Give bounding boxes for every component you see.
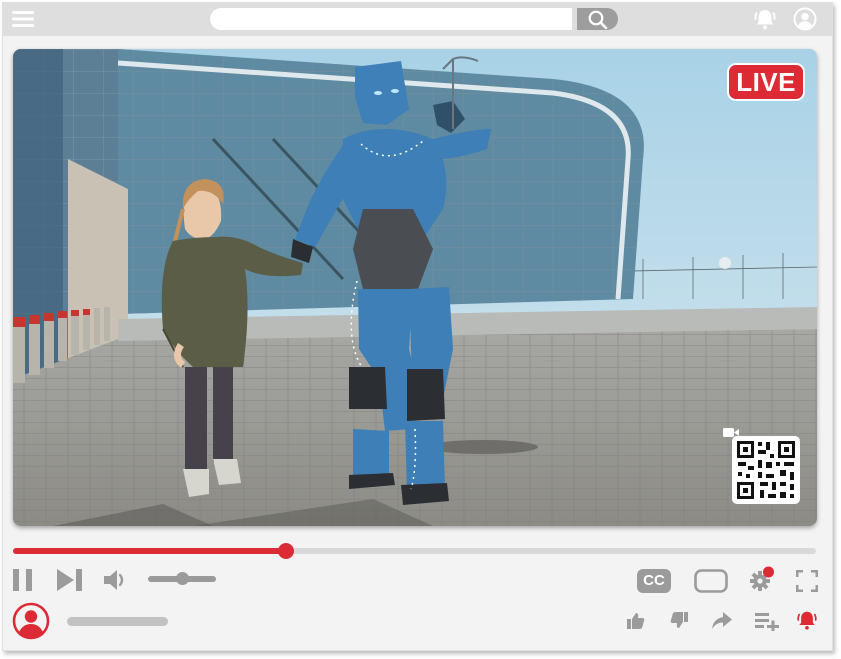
channel-name-placeholder [67, 617, 168, 626]
video-screen[interactable]: LIVE [13, 49, 817, 526]
seek-progress [13, 548, 287, 554]
hamburger-menu-icon[interactable] [12, 11, 34, 27]
bell-icon[interactable] [753, 7, 777, 31]
add-to-playlist-icon[interactable] [755, 611, 781, 631]
live-badge: LIVE [727, 63, 805, 101]
subscribe-bell-icon[interactable] [796, 609, 818, 631]
search-icon [588, 10, 608, 29]
closed-captions-button[interactable]: CC [637, 569, 671, 593]
volume-handle[interactable] [176, 572, 189, 585]
pause-icon[interactable] [13, 569, 33, 591]
user-circle-icon[interactable] [793, 7, 817, 31]
channel-avatar-icon[interactable] [12, 602, 50, 640]
search-bar [210, 8, 618, 30]
seek-handle[interactable] [278, 543, 295, 559]
qr-code-icon [732, 436, 800, 504]
search-button[interactable] [577, 8, 618, 30]
search-input[interactable] [210, 8, 572, 30]
settings-gear-icon[interactable] [749, 566, 775, 592]
thumbs-down-icon[interactable] [670, 611, 688, 629]
fullscreen-icon[interactable] [796, 570, 818, 592]
seek-bar[interactable] [13, 543, 816, 559]
video-frame-illustration [13, 49, 817, 526]
video-player-window: LIVE CC [2, 2, 833, 651]
volume-slider[interactable] [148, 572, 216, 585]
miniplayer-icon[interactable] [694, 569, 728, 593]
volume-icon[interactable] [104, 569, 128, 591]
top-bar [3, 3, 832, 36]
skip-next-icon[interactable] [57, 569, 83, 591]
thumbs-up-icon[interactable] [627, 612, 645, 630]
share-icon[interactable] [712, 612, 732, 630]
